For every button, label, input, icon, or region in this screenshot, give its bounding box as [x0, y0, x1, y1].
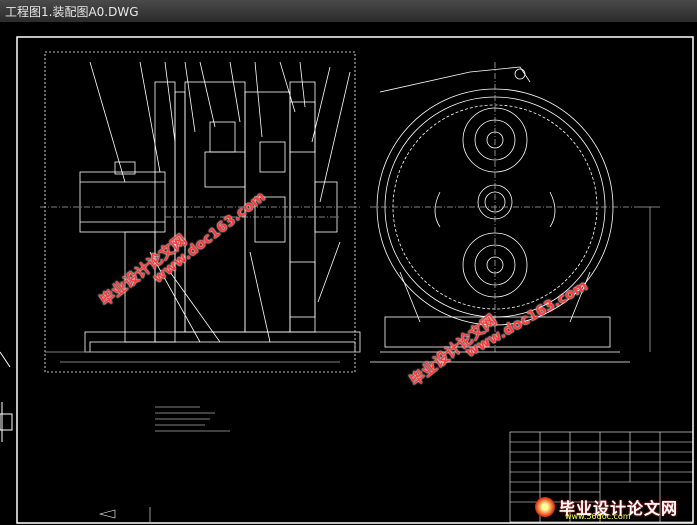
bottom-marks — [98, 507, 151, 522]
technical-notes — [155, 406, 230, 432]
ucs-arrow — [0, 351, 11, 368]
logo-icon — [535, 497, 555, 517]
window-title: 工程图1.装配图A0.DWG — [5, 5, 139, 19]
window-titlebar: 工程图1.装配图A0.DWG — [0, 0, 697, 23]
drawing-canvas[interactable]: 毕业设计论文网 www.doc163.com 毕业设计论文网 www.doc16… — [0, 22, 697, 525]
logo-url: www.56doc.com — [565, 512, 631, 521]
brake-lever — [379, 66, 531, 93]
site-logo: 毕业设计论文网 www.56doc.com — [535, 495, 695, 521]
section-boundary — [44, 51, 356, 373]
motor-body — [79, 171, 166, 233]
cad-drawing — [0, 36, 694, 524]
side-view — [40, 51, 361, 373]
bearing — [209, 121, 236, 153]
